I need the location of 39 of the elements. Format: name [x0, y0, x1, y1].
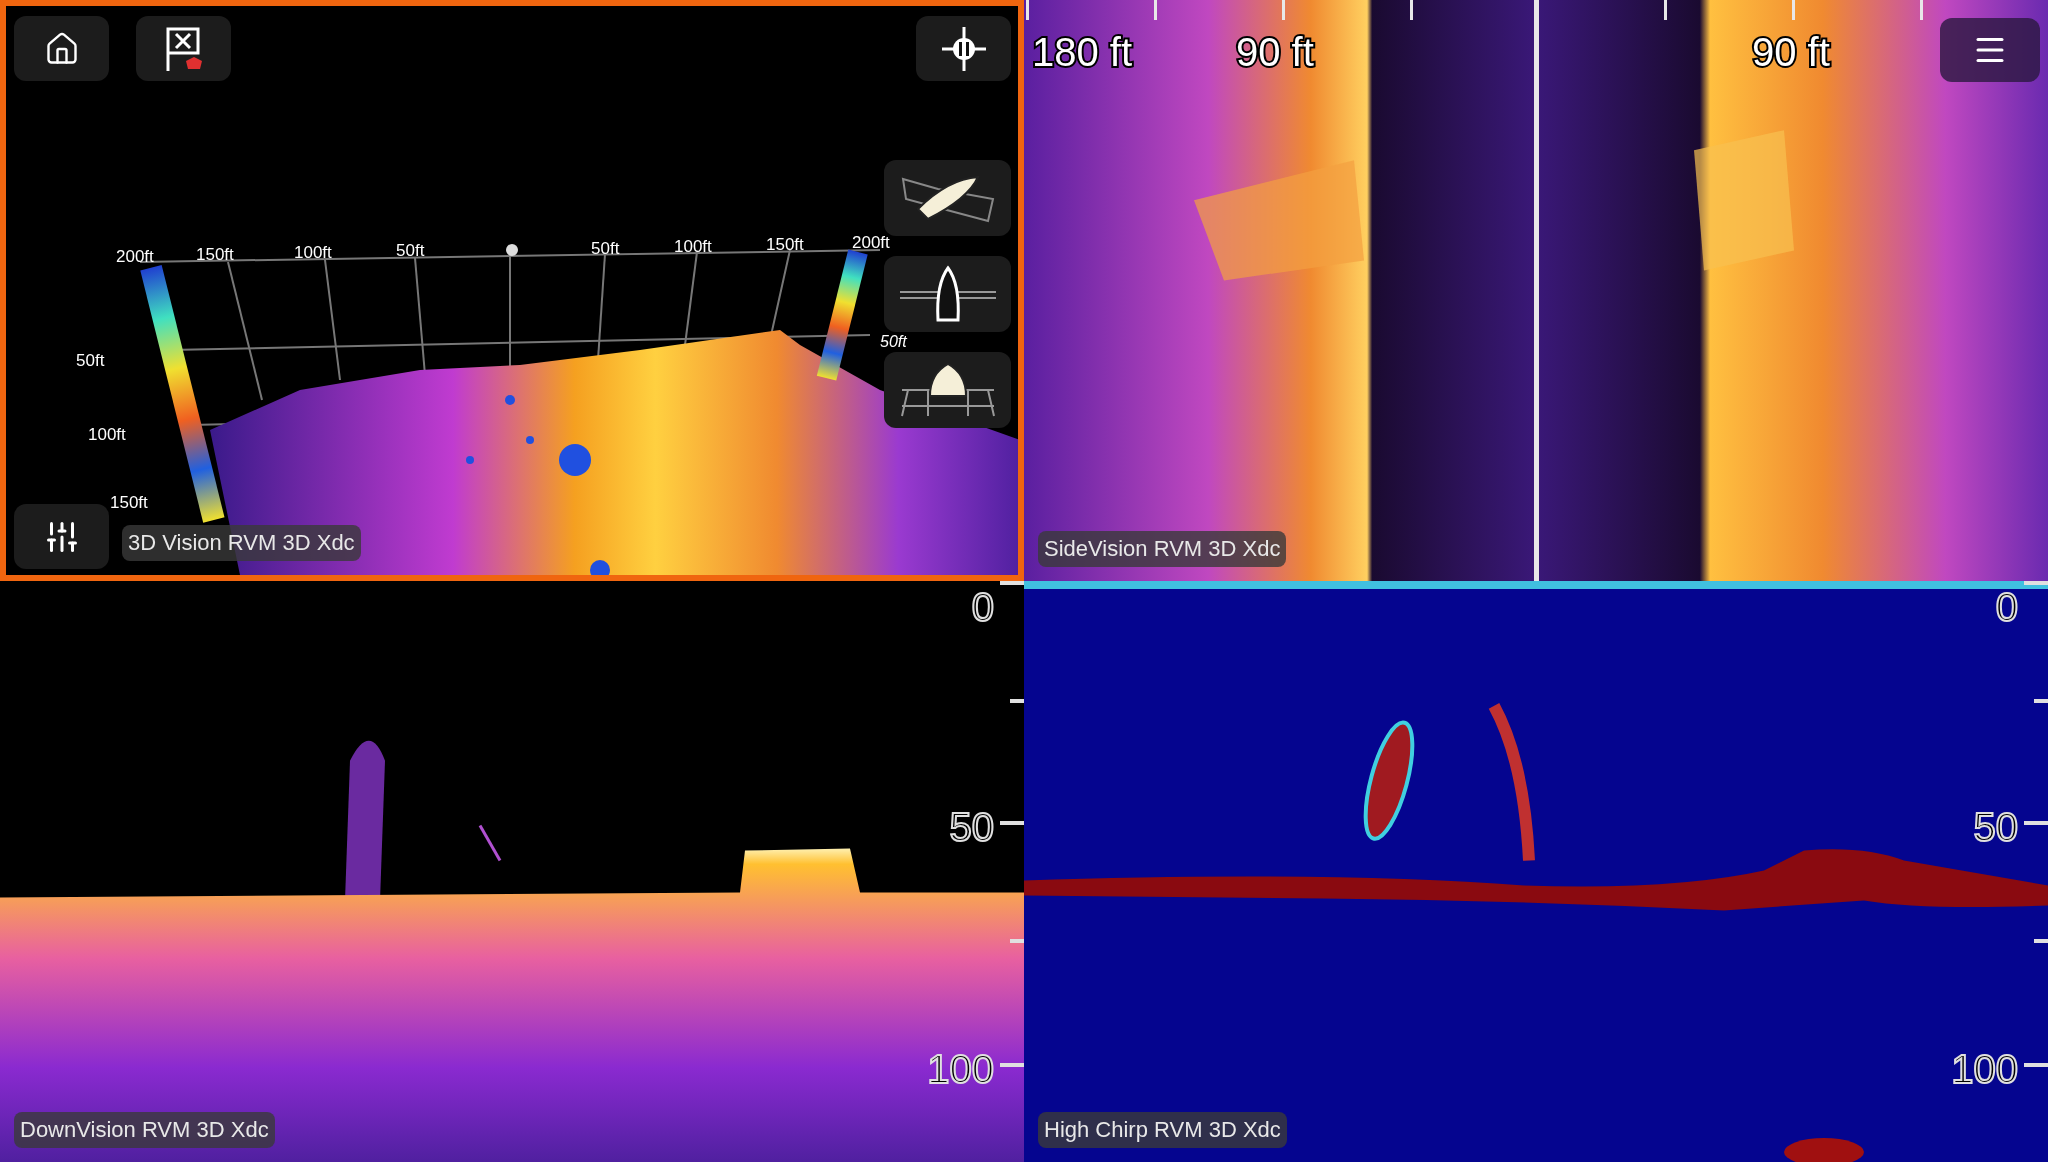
menu-button[interactable] — [1940, 18, 2040, 82]
depth-scale-label: 0 — [971, 584, 994, 631]
home-button[interactable] — [14, 16, 109, 81]
settings-button[interactable] — [14, 504, 109, 569]
depth-scale-label: 50 — [1973, 804, 2018, 851]
crosshair-button[interactable] — [916, 16, 1011, 81]
crosshair-icon — [939, 24, 988, 73]
sonar-panel[interactable]: 0 50 100 High Chirp RVM 3D Xdc — [1024, 581, 2048, 1162]
range-label: 100ft — [294, 242, 332, 264]
range-label: 150ft — [196, 244, 234, 266]
sonar-panel[interactable]: 200ft 150ft 100ft 50ft 50ft 100ft 150ft 200ft 50ft 100ft 150ft 50ft 3D Vision RVM 3D Xdc — [0, 0, 1024, 581]
depth-label: 100ft — [88, 424, 126, 446]
range-label: 200ft — [116, 246, 154, 268]
range-label: 50ft — [396, 240, 425, 262]
rear-view-button[interactable] — [884, 352, 1011, 428]
panel-title: DownVision RVM 3D Xdc — [14, 1112, 275, 1148]
waypoint-button[interactable] — [136, 16, 231, 81]
depth-scale-label: 50 — [949, 804, 994, 851]
panel-title: SideVision RVM 3D Xdc — [1038, 531, 1287, 567]
boat-top-view-icon — [897, 264, 998, 324]
range-label: 180 ft — [1032, 29, 1133, 76]
range-label: 90 ft — [1236, 29, 1314, 76]
depth-label: 150ft — [110, 492, 148, 514]
panel-title: High Chirp RVM 3D Xdc — [1038, 1112, 1287, 1148]
depth-scale-label: 100 — [1951, 1046, 2018, 1093]
depth-scale-label: 100 — [927, 1046, 994, 1093]
depth-scale-label: 0 — [1995, 584, 2018, 631]
top-view-button[interactable] — [884, 256, 1011, 332]
sonar-panel[interactable]: 0 50 100 DownVision RVM 3D Xdc — [0, 581, 1024, 1162]
perspective-view-button[interactable] — [884, 160, 1011, 236]
range-label: 100ft — [674, 236, 712, 258]
range-label: 200ft — [852, 232, 890, 254]
range-label: 150ft — [766, 234, 804, 256]
sonar-panel[interactable]: 180 ft 90 ft 90 ft SideVision RVM 3D Xdc — [1024, 0, 2048, 581]
panel-title: 3D Vision RVM 3D Xdc — [122, 525, 361, 561]
depth-label: 50ft — [880, 332, 907, 352]
range-label: 50ft — [591, 238, 620, 260]
depth-label: 50ft — [76, 350, 105, 372]
range-label: 90 ft — [1752, 29, 1830, 76]
